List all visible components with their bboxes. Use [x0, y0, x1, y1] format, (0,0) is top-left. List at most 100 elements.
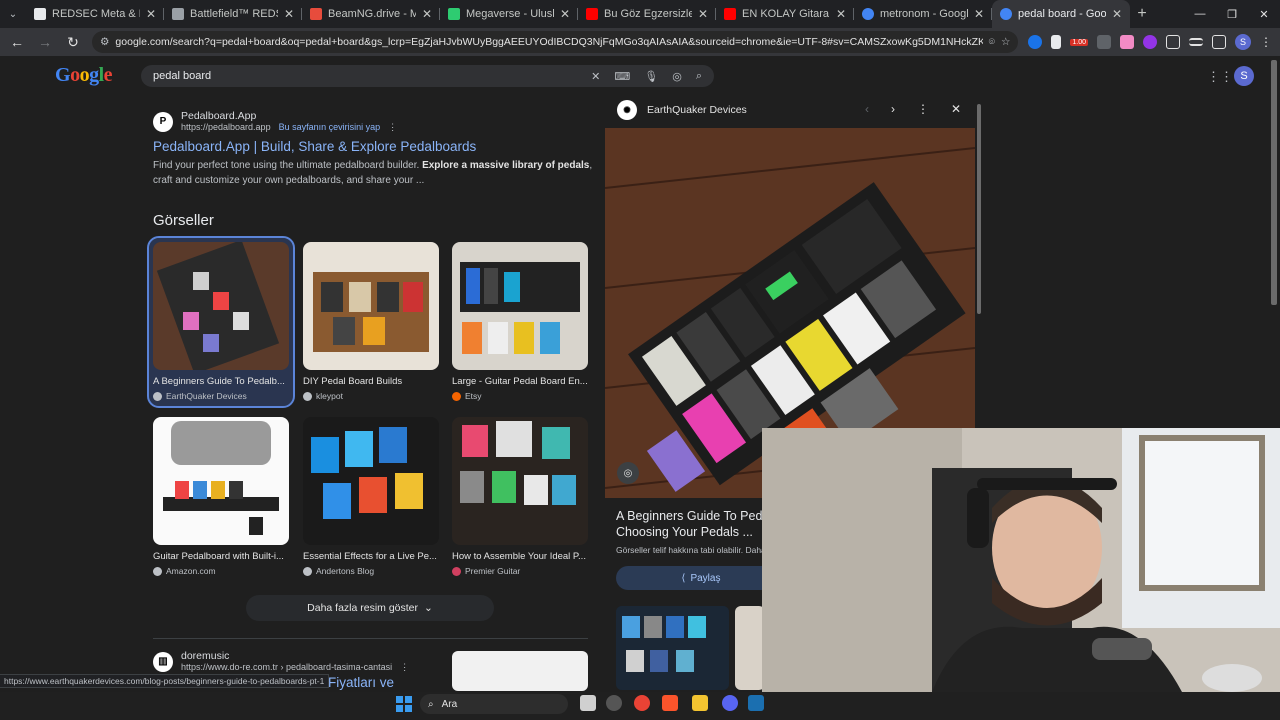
image-thumbnail[interactable] [153, 417, 289, 545]
image-card[interactable]: Essential Effects for a Live Pe... Ander… [303, 417, 439, 576]
search-input[interactable]: pedal board ✕ ⌨ 🎙 ◎ ⌕ [141, 65, 714, 87]
webcam-overlay [762, 428, 1280, 692]
more-options-icon[interactable]: ⋮ [388, 122, 397, 132]
media-control-icon[interactable] [1189, 38, 1203, 46]
next-icon[interactable]: › [891, 102, 895, 116]
image-thumbnail[interactable] [452, 417, 588, 545]
task-view-icon[interactable] [580, 695, 596, 711]
share-button[interactable]: ⟨ Paylaş [616, 566, 786, 590]
image-thumbnail[interactable] [452, 242, 588, 370]
tab-close-icon[interactable]: ✕ [836, 7, 846, 21]
tab-5[interactable]: EN KOLAY Gitara SIFIRDA ✕ [716, 0, 854, 28]
image-thumbnail[interactable] [303, 417, 439, 545]
image-source: EarthQuaker Devices [153, 391, 289, 401]
side-panel-icon[interactable] [1212, 35, 1226, 49]
tab-close-icon[interactable]: ✕ [698, 7, 708, 21]
panel-scrollbar-thumb[interactable] [977, 104, 981, 314]
image-thumbnail[interactable] [303, 242, 439, 370]
minimize-icon[interactable]: — [1184, 8, 1216, 21]
profile-avatar[interactable]: S [1235, 34, 1251, 50]
panel-source[interactable]: ✺ EarthQuaker Devices [617, 100, 747, 120]
account-avatar[interactable]: S [1234, 66, 1254, 86]
source-logo-icon: ✺ [617, 100, 637, 120]
extension-icon[interactable] [1028, 35, 1043, 49]
google-logo[interactable]: Google [55, 64, 113, 87]
extension-icon[interactable] [1143, 35, 1157, 49]
extension-badge[interactable]: 1.00 [1070, 38, 1088, 46]
tab-close-icon[interactable]: ✕ [974, 7, 984, 21]
extension-icon[interactable] [1097, 35, 1111, 49]
page-scrollbar-thumb[interactable] [1271, 60, 1277, 305]
image-caption[interactable]: Large - Guitar Pedal Board En... [452, 376, 588, 387]
result-title-link[interactable]: Pedalboard.App | Build, Share & Explore … [153, 139, 593, 154]
eyedropper-icon[interactable] [1051, 35, 1062, 49]
tab-close-icon[interactable]: ✕ [284, 7, 294, 21]
reload-icon[interactable]: ↻ [64, 34, 82, 51]
steam-icon[interactable] [748, 695, 764, 711]
image-thumbnail[interactable] [153, 242, 289, 370]
tab-7-active[interactable]: pedal board - Google'da ✕ [992, 0, 1130, 28]
taskbar-search[interactable]: ⌕ Ara [420, 694, 568, 714]
image-caption[interactable]: How to Assemble Your Ideal P... [452, 551, 588, 562]
extension-icon[interactable] [1120, 35, 1134, 49]
file-explorer-icon[interactable] [692, 695, 708, 711]
chevron-down-icon: ⌄ [424, 602, 433, 614]
back-icon[interactable]: ← [8, 34, 26, 50]
windows-start-icon[interactable] [396, 696, 412, 712]
panel-more-icon[interactable]: ⋮ [917, 102, 929, 116]
tab-close-icon[interactable]: ✕ [422, 7, 432, 21]
microphone-icon[interactable]: 🎙 [644, 70, 658, 83]
site-info-icon[interactable]: ⚙ [100, 36, 109, 48]
browser-toolbar: ← → ↻ ⚙ google.com/search?q=pedal+board&… [0, 28, 1280, 56]
chrome-icon[interactable] [634, 695, 650, 711]
keyboard-icon[interactable]: ⌨ [614, 70, 630, 83]
image-card[interactable]: A Beginners Guide To Pedalb... EarthQuak… [147, 236, 295, 408]
translate-link[interactable]: Bu sayfanın çevirisini yap [279, 122, 381, 132]
search-icon: ⌕ [428, 698, 434, 710]
image-caption[interactable]: Guitar Pedalboard with Built-i... [153, 551, 289, 562]
tab-1[interactable]: Battlefield™ REDSEC Hom ✕ [164, 0, 302, 28]
new-tab-button[interactable]: + [1130, 5, 1154, 23]
maximize-icon[interactable]: ❐ [1216, 8, 1248, 21]
tab-3[interactable]: Megaverse - Uluslararası ✕ [440, 0, 578, 28]
image-card[interactable]: How to Assemble Your Ideal P... Premier … [452, 417, 588, 576]
image-caption[interactable]: Essential Effects for a Live Pe... [303, 551, 439, 562]
forward-icon[interactable]: → [36, 34, 54, 50]
clear-search-icon[interactable]: ✕ [591, 70, 600, 83]
lens-search-icon[interactable]: ◎ [617, 462, 639, 484]
tab-2[interactable]: BeamNG.drive - Mods - N ✕ [302, 0, 440, 28]
tab-4[interactable]: Bu Göz Egzersizleri %100 ✕ [578, 0, 716, 28]
tab-6[interactable]: metronom - Google'da A ✕ [854, 0, 992, 28]
panel-title-link[interactable]: A Beginners Guide To Pedal Choosing Your … [616, 508, 766, 540]
discord-icon[interactable] [722, 695, 738, 711]
tab-close-icon[interactable]: ✕ [146, 7, 156, 21]
image-card[interactable]: DIY Pedal Board Builds kleypot [303, 242, 439, 401]
tab-0[interactable]: REDSEC Meta & Loadouts ✕ [26, 0, 164, 28]
address-bar[interactable]: ⚙ google.com/search?q=pedal+board&oq=ped… [92, 31, 1019, 53]
related-image[interactable] [616, 606, 729, 690]
tab-search-icon[interactable]: ⌄ [0, 0, 26, 28]
lens-icon[interactable]: ◎ [672, 70, 682, 83]
location-icon[interactable]: ⌾ [989, 36, 995, 49]
extensions-puzzle-icon[interactable] [1166, 35, 1180, 49]
menu-kebab-icon[interactable]: ⋮ [1260, 35, 1272, 49]
image-caption[interactable]: DIY Pedal Board Builds [303, 376, 439, 387]
image-card[interactable]: Large - Guitar Pedal Board En... Etsy [452, 242, 588, 401]
close-window-icon[interactable]: ✕ [1248, 8, 1280, 21]
site-name: doremusic [181, 650, 230, 662]
search-icon[interactable]: ⌕ [696, 70, 702, 83]
more-images-button[interactable]: Daha fazla resim göster ⌄ [246, 595, 494, 621]
previous-icon[interactable]: ‹ [865, 102, 869, 116]
bookmark-star-icon[interactable]: ☆ [1001, 36, 1010, 48]
image-card[interactable]: Guitar Pedalboard with Built-i... Amazon… [153, 417, 289, 576]
result-thumbnail[interactable] [452, 651, 588, 691]
image-caption[interactable]: A Beginners Guide To Pedalb... [153, 376, 289, 387]
tab-close-icon[interactable]: ✕ [1112, 7, 1122, 21]
panel-close-icon[interactable]: ✕ [951, 102, 961, 116]
related-image[interactable] [735, 606, 765, 690]
source-favicon-icon [153, 391, 162, 401]
app-icon[interactable] [606, 695, 622, 711]
brave-icon[interactable] [662, 695, 678, 711]
tab-close-icon[interactable]: ✕ [560, 7, 570, 21]
more-options-icon[interactable]: ⋮ [400, 662, 409, 672]
